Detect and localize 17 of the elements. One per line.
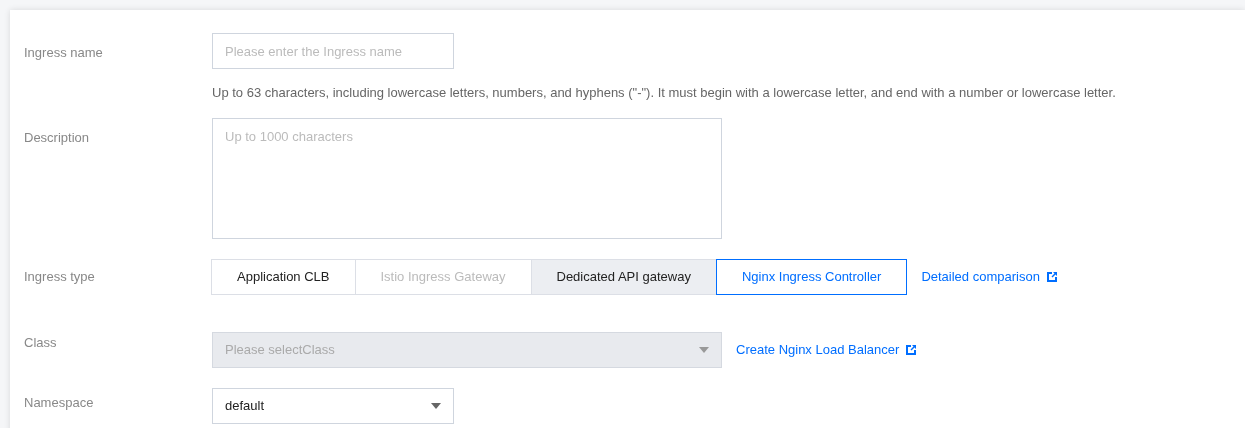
hint-text: Up to 63 characters, including lowercase letters, numbers, and hyphens ("-"). It must begin with a lowercase letter, and end with a number or lowercase letter.: [212, 84, 1116, 102]
input-field[interactable]: Please enter the Ingress name: [212, 33, 454, 69]
segment-option[interactable]: Dedicated API gateway: [530, 258, 717, 295]
field-label: Class: [24, 334, 57, 350]
caret-icon: [699, 346, 709, 353]
field-label: Namespace: [24, 394, 94, 410]
external-link-icon: [905, 343, 918, 356]
segment-option[interactable]: Nginx Ingress Controller: [715, 258, 908, 295]
caret-icon: [431, 402, 441, 409]
link[interactable]: Detailed comparison: [921, 266, 1058, 287]
field-label: Description: [24, 129, 90, 145]
external-link-icon: [1045, 270, 1058, 283]
segment-option[interactable]: Application CLB: [211, 258, 356, 295]
dropdown-select[interactable]: default: [212, 387, 454, 424]
field-label: Ingress type: [24, 268, 95, 284]
text-area[interactable]: Up to 1000 characters: [212, 117, 722, 239]
field-label: Ingress name: [24, 45, 103, 60]
